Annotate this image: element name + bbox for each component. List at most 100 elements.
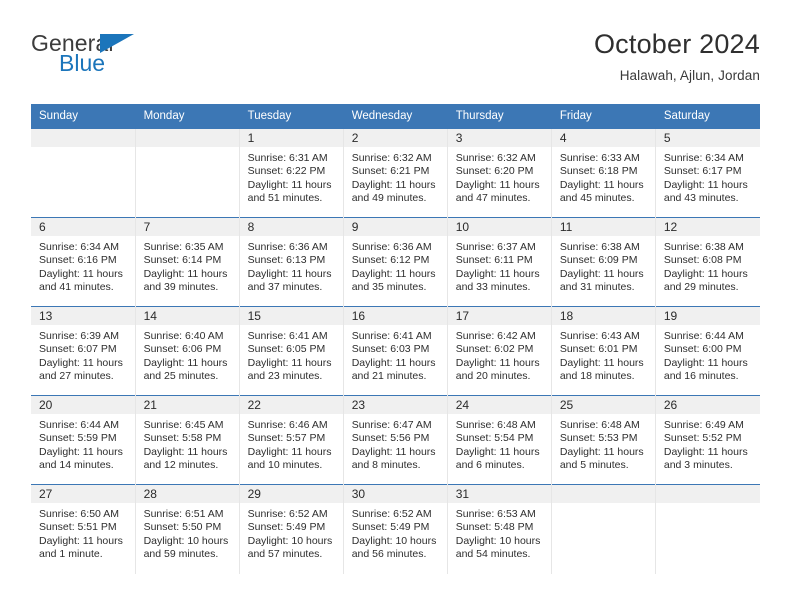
daylight-text: Daylight: 11 hours and 20 minutes. xyxy=(455,356,540,383)
page-title: October 2024 xyxy=(593,29,760,59)
calendar-day-cell[interactable]: 17 Sunrise: 6:42 AM Sunset: 6:02 PM Dayligh… xyxy=(446,306,552,396)
calendar-day-cell[interactable]: 30 Sunrise: 6:52 AM Sunset: 5:49 PM Dayligh… xyxy=(342,484,448,574)
sunrise-text: Sunrise: 6:52 AM xyxy=(247,508,328,520)
calendar-cell-empty xyxy=(31,128,136,218)
day-number: 29 xyxy=(239,485,343,503)
day-details: Sunrise: 6:53 AM Sunset: 5:48 PM Daylight:… xyxy=(448,503,551,562)
sunrise-text: Sunrise: 6:31 AM xyxy=(247,152,328,164)
calendar-week-row: 20 Sunrise: 6:44 AM Sunset: 5:59 PM Dayligh… xyxy=(31,395,760,485)
day-number: 7 xyxy=(135,218,239,236)
day-number: 22 xyxy=(239,396,343,414)
day-details: Sunrise: 6:34 AM Sunset: 6:16 PM Daylight:… xyxy=(31,236,135,295)
calendar-day-cell[interactable]: 4 Sunrise: 6:33 AM Sunset: 6:18 PM Daylight… xyxy=(550,128,656,218)
sunrise-text: Sunrise: 6:33 AM xyxy=(559,152,640,164)
calendar-day-cell[interactable]: 8 Sunrise: 6:36 AM Sunset: 6:13 PM Daylight… xyxy=(238,217,344,307)
daylight-text: Daylight: 11 hours and 49 minutes. xyxy=(351,178,436,205)
calendar-day-cell[interactable]: 18 Sunrise: 6:43 AM Sunset: 6:01 PM Dayligh… xyxy=(550,306,656,396)
sunrise-text: Sunrise: 6:42 AM xyxy=(455,330,536,342)
calendar-day-cell[interactable]: 22 Sunrise: 6:46 AM Sunset: 5:57 PM Dayligh… xyxy=(238,395,344,485)
calendar-body: 1 Sunrise: 6:31 AM Sunset: 6:22 PM Daylight… xyxy=(31,128,760,574)
weekday-header-saturday: Saturday xyxy=(655,104,761,129)
calendar-day-cell[interactable]: 21 Sunrise: 6:45 AM Sunset: 5:58 PM Dayligh… xyxy=(134,395,240,485)
weekday-header-monday: Monday xyxy=(135,104,240,129)
sunrise-text: Sunrise: 6:51 AM xyxy=(143,508,224,520)
calendar-day-cell[interactable]: 23 Sunrise: 6:47 AM Sunset: 5:56 PM Dayligh… xyxy=(342,395,448,485)
day-details: Sunrise: 6:42 AM Sunset: 6:02 PM Daylight:… xyxy=(448,325,551,384)
triangle-icon xyxy=(100,34,134,53)
calendar-day-cell[interactable]: 11 Sunrise: 6:38 AM Sunset: 6:09 PM Dayligh… xyxy=(550,217,656,307)
sunset-text: Sunset: 5:57 PM xyxy=(247,432,326,445)
calendar-day-cell[interactable]: 25 Sunrise: 6:48 AM Sunset: 5:53 PM Dayligh… xyxy=(550,395,656,485)
daylight-text: Daylight: 11 hours and 43 minutes. xyxy=(663,178,748,205)
sunrise-text: Sunrise: 6:44 AM xyxy=(39,419,119,431)
daylight-text: Daylight: 11 hours and 8 minutes. xyxy=(351,445,436,472)
calendar-day-cell[interactable]: 1 Sunrise: 6:31 AM Sunset: 6:22 PM Daylight… xyxy=(238,128,344,218)
calendar-day-cell[interactable]: 28 Sunrise: 6:51 AM Sunset: 5:50 PM Dayligh… xyxy=(134,484,240,574)
sunset-text: Sunset: 5:58 PM xyxy=(143,432,222,445)
calendar-day-cell[interactable]: 2 Sunrise: 6:32 AM Sunset: 6:21 PM Daylight… xyxy=(342,128,448,218)
page-subtitle: Halawah, Ajlun, Jordan xyxy=(619,68,760,84)
day-details: Sunrise: 6:38 AM Sunset: 6:08 PM Daylight:… xyxy=(656,236,760,295)
daylight-text: Daylight: 11 hours and 6 minutes. xyxy=(455,445,540,472)
calendar-day-cell[interactable]: 12 Sunrise: 6:38 AM Sunset: 6:08 PM Dayligh… xyxy=(654,217,760,307)
day-details: Sunrise: 6:46 AM Sunset: 5:57 PM Daylight:… xyxy=(240,414,343,473)
calendar-day-cell[interactable]: 13 Sunrise: 6:39 AM Sunset: 6:07 PM Dayligh… xyxy=(31,306,136,396)
sunrise-text: Sunrise: 6:52 AM xyxy=(351,508,432,520)
sunset-text: Sunset: 5:53 PM xyxy=(559,432,638,445)
day-details: Sunrise: 6:44 AM Sunset: 5:59 PM Daylight:… xyxy=(31,414,135,473)
sunset-text: Sunset: 5:50 PM xyxy=(143,521,222,534)
day-number: 18 xyxy=(551,307,655,325)
sunset-text: Sunset: 5:48 PM xyxy=(455,521,534,534)
calendar-day-cell[interactable]: 31 Sunrise: 6:53 AM Sunset: 5:48 PM Dayligh… xyxy=(446,484,552,574)
calendar-day-cell[interactable]: 26 Sunrise: 6:49 AM Sunset: 5:52 PM Dayligh… xyxy=(654,395,760,485)
day-details: Sunrise: 6:39 AM Sunset: 6:07 PM Daylight:… xyxy=(31,325,135,384)
calendar-day-cell[interactable]: 19 Sunrise: 6:44 AM Sunset: 6:00 PM Dayligh… xyxy=(654,306,760,396)
day-details: Sunrise: 6:50 AM Sunset: 5:51 PM Daylight:… xyxy=(31,503,135,562)
day-number xyxy=(135,129,239,147)
sunset-text: Sunset: 5:51 PM xyxy=(39,521,117,534)
day-number: 25 xyxy=(551,396,655,414)
calendar-day-cell[interactable]: 20 Sunrise: 6:44 AM Sunset: 5:59 PM Dayligh… xyxy=(31,395,136,485)
daylight-text: Daylight: 11 hours and 39 minutes. xyxy=(143,267,228,294)
sunset-text: Sunset: 6:00 PM xyxy=(663,343,742,356)
day-number: 28 xyxy=(135,485,239,503)
calendar-day-cell[interactable]: 10 Sunrise: 6:37 AM Sunset: 6:11 PM Dayligh… xyxy=(446,217,552,307)
sunset-text: Sunset: 6:11 PM xyxy=(455,254,533,267)
page-header: General Blue October 2024 Halawah, Ajlun… xyxy=(31,30,760,98)
day-details: Sunrise: 6:52 AM Sunset: 5:49 PM Daylight:… xyxy=(344,503,447,562)
sunset-text: Sunset: 6:07 PM xyxy=(39,343,117,356)
day-details: Sunrise: 6:49 AM Sunset: 5:52 PM Daylight:… xyxy=(656,414,760,473)
sunset-text: Sunset: 5:59 PM xyxy=(39,432,117,445)
sunrise-text: Sunrise: 6:41 AM xyxy=(351,330,432,342)
sunrise-text: Sunrise: 6:46 AM xyxy=(247,419,328,431)
calendar-day-cell[interactable]: 15 Sunrise: 6:41 AM Sunset: 6:05 PM Dayligh… xyxy=(238,306,344,396)
sunrise-text: Sunrise: 6:45 AM xyxy=(143,419,224,431)
sunset-text: Sunset: 6:20 PM xyxy=(455,165,534,178)
daylight-text: Daylight: 11 hours and 51 minutes. xyxy=(247,178,332,205)
daylight-text: Daylight: 11 hours and 47 minutes. xyxy=(455,178,540,205)
day-details: Sunrise: 6:36 AM Sunset: 6:12 PM Daylight:… xyxy=(344,236,447,295)
calendar-day-cell[interactable]: 5 Sunrise: 6:34 AM Sunset: 6:17 PM Daylight… xyxy=(654,128,760,218)
day-details: Sunrise: 6:31 AM Sunset: 6:22 PM Daylight:… xyxy=(240,147,343,206)
calendar-page: General Blue October 2024 Halawah, Ajlun… xyxy=(0,0,792,612)
day-number: 30 xyxy=(343,485,447,503)
daylight-text: Daylight: 10 hours and 54 minutes. xyxy=(455,534,541,561)
calendar-day-cell[interactable]: 3 Sunrise: 6:32 AM Sunset: 6:20 PM Daylight… xyxy=(446,128,552,218)
calendar-day-cell[interactable]: 24 Sunrise: 6:48 AM Sunset: 5:54 PM Dayligh… xyxy=(446,395,552,485)
calendar-day-cell[interactable]: 29 Sunrise: 6:52 AM Sunset: 5:49 PM Dayligh… xyxy=(238,484,344,574)
sunset-text: Sunset: 6:16 PM xyxy=(39,254,117,267)
calendar-day-cell[interactable]: 16 Sunrise: 6:41 AM Sunset: 6:03 PM Dayligh… xyxy=(342,306,448,396)
calendar-day-cell[interactable]: 9 Sunrise: 6:36 AM Sunset: 6:12 PM Daylight… xyxy=(342,217,448,307)
day-number: 8 xyxy=(239,218,343,236)
sunset-text: Sunset: 6:01 PM xyxy=(559,343,638,356)
sunrise-text: Sunrise: 6:39 AM xyxy=(39,330,119,342)
day-number: 5 xyxy=(655,129,760,147)
sunset-text: Sunset: 6:22 PM xyxy=(247,165,326,178)
calendar-day-cell[interactable]: 6 Sunrise: 6:34 AM Sunset: 6:16 PM Daylight… xyxy=(31,217,136,307)
calendar-day-cell[interactable]: 27 Sunrise: 6:50 AM Sunset: 5:51 PM Dayligh… xyxy=(31,484,136,574)
calendar-day-cell[interactable]: 14 Sunrise: 6:40 AM Sunset: 6:06 PM Dayligh… xyxy=(134,306,240,396)
day-details: Sunrise: 6:44 AM Sunset: 6:00 PM Daylight:… xyxy=(656,325,760,384)
weekday-header-thursday: Thursday xyxy=(447,104,552,129)
day-number: 6 xyxy=(31,218,135,236)
calendar-day-cell[interactable]: 7 Sunrise: 6:35 AM Sunset: 6:14 PM Daylight… xyxy=(134,217,240,307)
